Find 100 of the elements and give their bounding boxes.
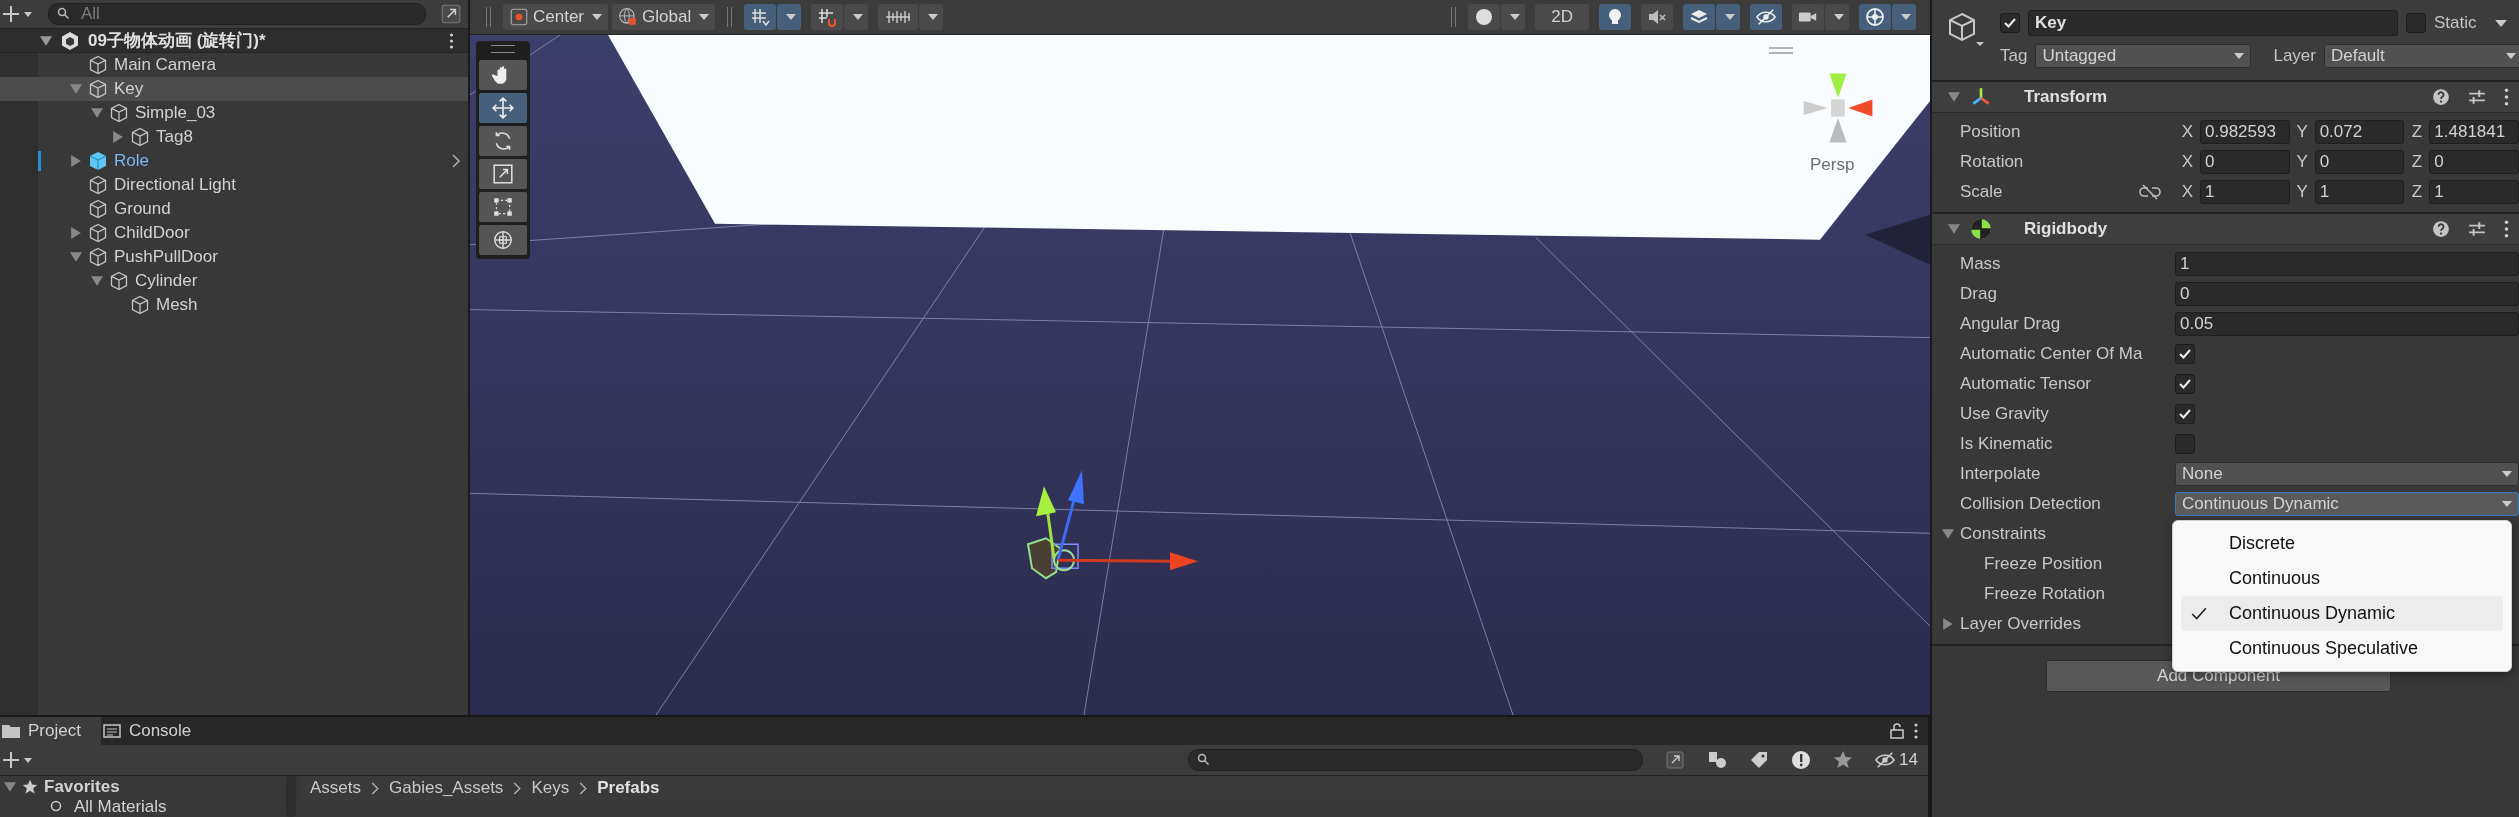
presets-icon[interactable] [2468, 220, 2486, 238]
warning-icon[interactable] [1791, 750, 1812, 770]
property-label[interactable]: Layer Overrides [1960, 614, 2081, 634]
tool-button[interactable] [479, 60, 527, 90]
space-dropdown[interactable]: Global [612, 4, 716, 30]
more-options-icon[interactable] [449, 32, 454, 49]
checkbox[interactable] [2175, 434, 2195, 454]
maximize-icon[interactable] [440, 3, 462, 25]
expand-arrow-icon[interactable] [91, 275, 103, 287]
favorite-item[interactable]: All Materials [74, 797, 167, 817]
hidden-eye-icon[interactable] [1875, 750, 1896, 770]
menu-option[interactable]: Continuous Dynamic [2181, 596, 2503, 631]
number-field[interactable]: 0 [2314, 150, 2405, 174]
camera-projection-label[interactable]: Persp [1810, 155, 1855, 175]
breadcrumb-item[interactable]: Prefabs [597, 778, 660, 798]
pivot-dropdown[interactable]: Center [503, 4, 609, 30]
expand-arrow-icon[interactable] [91, 107, 103, 119]
tool-button[interactable] [479, 192, 527, 222]
caret-icon[interactable] [2494, 19, 2507, 27]
number-field[interactable]: 0.05 [2175, 312, 2519, 336]
view-toggle-button[interactable] [1792, 4, 1824, 30]
dropdown[interactable]: None [2175, 462, 2519, 486]
toolbar-grip[interactable] [1451, 7, 1457, 27]
tag-icon[interactable] [1749, 750, 1770, 770]
shapes-filter-icon[interactable] [1707, 750, 1728, 770]
hierarchy-item[interactable]: Cylinder [0, 269, 468, 293]
dropdown-caret-button[interactable] [1716, 4, 1740, 30]
view-toggle-button[interactable] [1683, 4, 1715, 30]
view-toggle-button[interactable] [1468, 4, 1501, 30]
number-field[interactable]: 1 [2200, 180, 2290, 204]
breadcrumb-item[interactable]: Gabies_Assets [389, 778, 504, 798]
dropdown[interactable]: Continuous Dynamic [2175, 492, 2519, 516]
checkbox[interactable] [2175, 344, 2195, 364]
favorites-label[interactable]: Favorites [44, 776, 120, 797]
hierarchy-item[interactable]: Simple_03 [0, 101, 468, 125]
expand-arrow-icon[interactable] [70, 227, 82, 239]
add-icon[interactable] [0, 752, 34, 768]
property-label[interactable]: Constraints [1960, 524, 2046, 544]
hierarchy-item[interactable]: Directional Light [0, 173, 468, 197]
layer-dropdown[interactable]: Default [2323, 44, 2519, 68]
snap-toggle-button[interactable] [878, 4, 919, 30]
component-header[interactable]: Rigidbody [1932, 214, 2519, 245]
help-icon[interactable] [2432, 220, 2450, 238]
search-field[interactable]: All [48, 3, 426, 25]
static-checkbox[interactable] [2406, 13, 2426, 33]
dropdown-caret-button[interactable] [844, 4, 869, 30]
dropdown-caret-button[interactable] [1501, 4, 1526, 30]
view-toggle-button[interactable] [1859, 4, 1891, 30]
hierarchy-item[interactable]: PushPullDoor [0, 245, 468, 269]
number-field[interactable]: 0 [2200, 150, 2290, 174]
star-icon[interactable] [1833, 750, 1854, 770]
number-field[interactable]: 1 [2175, 252, 2519, 276]
expand-arrow-icon[interactable] [70, 155, 82, 167]
snap-toggle-button[interactable] [744, 4, 777, 30]
view-toggle-button[interactable] [1750, 4, 1782, 30]
hierarchy-item[interactable]: ChildDoor [0, 221, 468, 245]
number-field[interactable]: 0 [2429, 150, 2519, 174]
hierarchy-item[interactable]: Tag8 [0, 125, 468, 149]
menu-option[interactable]: Continuous [2181, 561, 2503, 596]
tool-button[interactable] [479, 93, 527, 123]
help-icon[interactable] [2432, 88, 2450, 106]
lock-icon[interactable] [1890, 723, 1904, 739]
more-options-icon[interactable] [2504, 88, 2509, 106]
toolbar-grip[interactable] [486, 7, 491, 27]
dropdown-caret-button[interactable] [1892, 4, 1916, 30]
view-toggle-button[interactable] [1599, 4, 1631, 30]
chevron-right-icon[interactable] [452, 154, 460, 168]
panel-tab[interactable]: Project [0, 717, 101, 745]
object-name-field[interactable]: Key [2028, 10, 2398, 36]
menu-option[interactable]: Discrete [2181, 526, 2503, 561]
view-toggle-button[interactable] [1641, 4, 1673, 30]
tool-button[interactable] [479, 126, 527, 156]
breadcrumb-item[interactable]: Keys [531, 778, 570, 798]
expand-arrow-icon[interactable] [1942, 528, 1954, 540]
expand-arrow-icon[interactable] [1948, 91, 1960, 103]
tool-button[interactable] [479, 159, 527, 189]
hierarchy-item[interactable]: Key [0, 77, 468, 101]
search-window-icon[interactable] [1665, 750, 1686, 770]
hierarchy-item[interactable]: Role [0, 149, 468, 173]
expand-arrow-icon[interactable] [40, 34, 52, 47]
dropdown-caret-button[interactable] [919, 4, 944, 30]
more-options-icon[interactable] [1914, 723, 1918, 739]
hierarchy-item[interactable]: Ground [0, 197, 468, 221]
hierarchy-item[interactable]: Mesh [0, 293, 468, 317]
snap-toggle-button[interactable] [811, 4, 844, 30]
more-options-icon[interactable] [2504, 220, 2509, 238]
scrollbar[interactable] [286, 776, 296, 817]
number-field[interactable]: 0 [2175, 282, 2519, 306]
constrain-proportions-icon[interactable] [2139, 184, 2161, 200]
checkbox[interactable] [2175, 374, 2195, 394]
checkbox[interactable] [2175, 404, 2195, 424]
presets-icon[interactable] [2468, 88, 2486, 106]
expand-arrow-icon[interactable] [70, 251, 82, 263]
number-field[interactable]: 0.072 [2314, 120, 2405, 144]
search-field[interactable] [1188, 749, 1644, 771]
expand-arrow-icon[interactable] [4, 780, 16, 793]
expand-arrow-icon[interactable] [1948, 223, 1960, 235]
game-object-cube-icon[interactable] [1946, 12, 1986, 48]
drag-handle[interactable] [491, 45, 515, 53]
number-field[interactable]: 1 [2314, 180, 2405, 204]
